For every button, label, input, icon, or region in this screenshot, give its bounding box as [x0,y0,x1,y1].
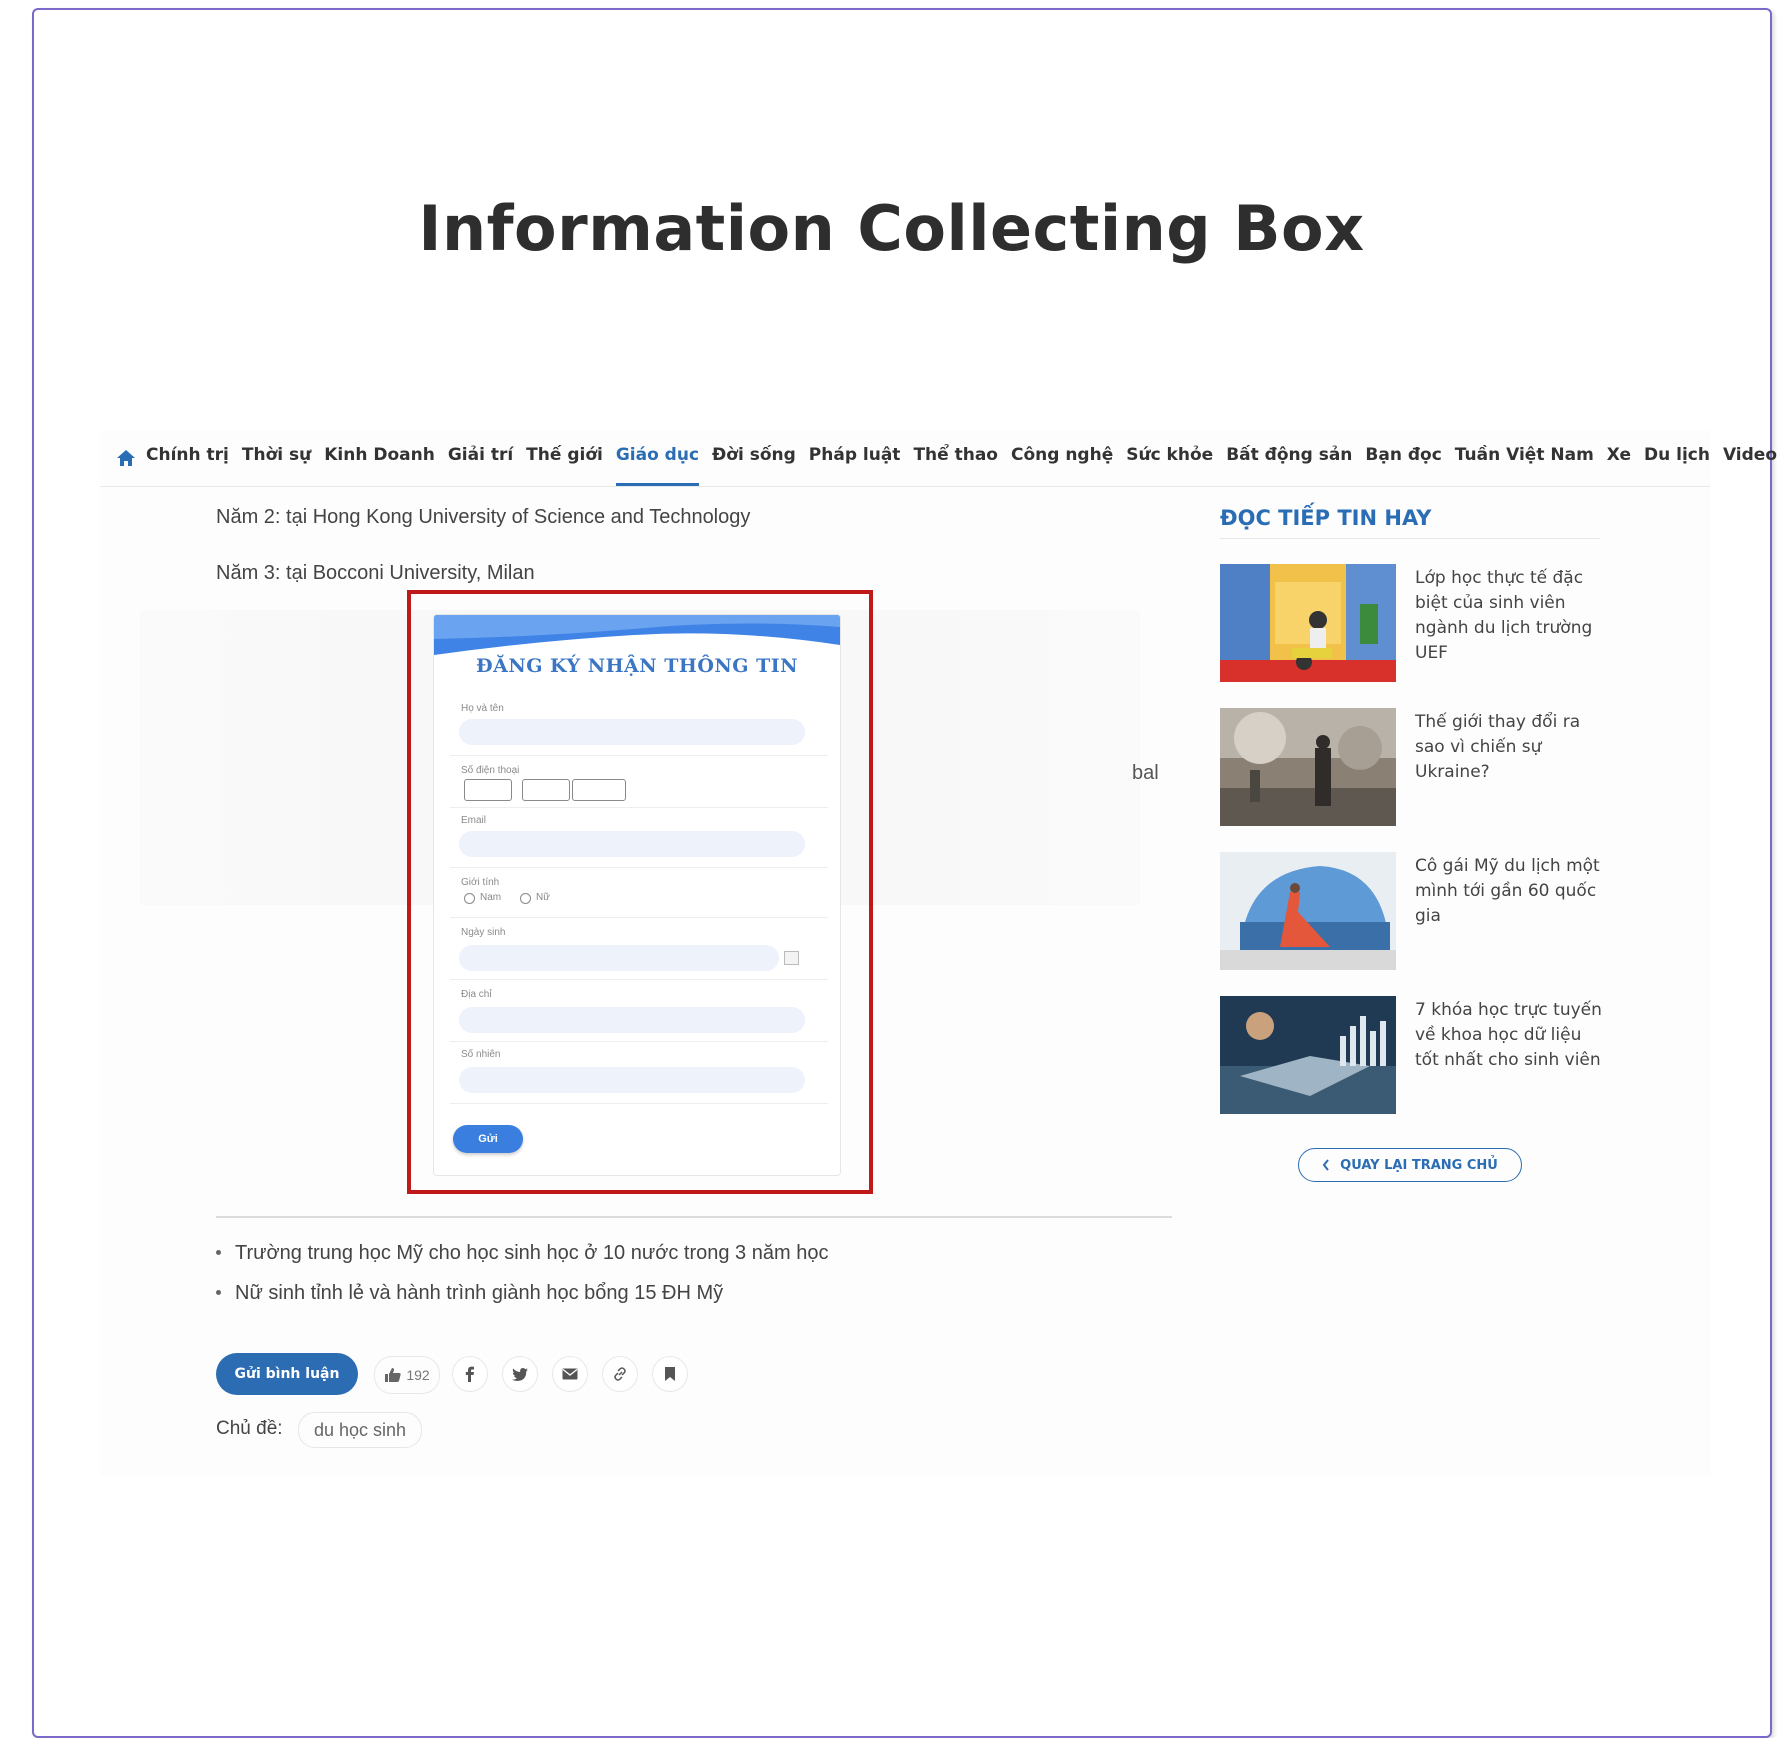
article-thumbnail[interactable] [1220,852,1396,970]
nav-item[interactable]: Du lịch [1644,430,1710,486]
related-link-text[interactable]: Trường trung học Mỹ cho học sinh học ở 1… [235,1242,828,1264]
chevron-left-icon [1322,1159,1329,1171]
divider [450,917,828,918]
phone-label: Số điện thoại [461,765,520,776]
twitter-share-button[interactable] [502,1356,538,1392]
article-thumbnail[interactable] [1220,996,1396,1114]
nav-items: Chính trị Thời sự Kinh Doanh Giải trí Th… [146,430,1783,486]
nav-item[interactable]: Chính trị [146,430,229,486]
article-line: Năm 2: tại Hong Kong University of Scien… [216,506,751,528]
related-link[interactable]: Trường trung học Mỹ cho học sinh học ở 1… [216,1238,828,1278]
sidebar-article[interactable]: Cô gái Mỹ du lịch một mình tới gần 60 qu… [1220,852,1610,972]
nav-item[interactable]: Thể thao [913,430,998,486]
nav-item[interactable]: Kinh Doanh [324,430,435,486]
gender-label: Giới tính [461,877,500,888]
divider [450,807,828,808]
content-divider [216,1216,1172,1218]
form-title: ĐĂNG KÝ NHẬN THÔNG TIN [475,655,799,677]
topic-label: Chủ đề: [216,1418,283,1439]
gender-option-label: Nam [480,892,502,903]
related-links: Trường trung học Mỹ cho học sinh học ở 1… [216,1238,828,1318]
like-button[interactable]: 192 [374,1356,440,1394]
nav-item[interactable]: Sức khỏe [1126,430,1213,486]
email-label: Email [461,815,487,826]
school-label: Số nhiên [461,1049,501,1060]
nav-item[interactable]: Bạn đọc [1365,430,1441,486]
back-to-home-label: QUAY LẠI TRANG CHỦ [1340,1157,1498,1173]
bookmark-icon [665,1367,675,1381]
related-link[interactable]: Nữ sinh tỉnh lẻ và hành trình giành học … [216,1278,828,1318]
related-link-text[interactable]: Nữ sinh tỉnh lẻ và hành trình giành học … [235,1282,723,1304]
sidebar-divider [1220,538,1600,539]
sidebar-article[interactable]: 7 khóa học trực tuyến về khoa học dữ liệ… [1220,996,1610,1116]
sidebar-article-title[interactable]: Thế giới thay đổi ra sao vì chiến sự Ukr… [1415,710,1605,785]
email-input[interactable] [459,831,805,857]
form-header-wave [434,615,840,655]
nav-item[interactable]: Tuần Việt Nam [1455,430,1594,486]
send-comment-button[interactable]: Gửi bình luận [216,1353,358,1395]
nav-item[interactable]: Thời sự [242,430,311,486]
name-input[interactable] [459,719,805,745]
email-share-button[interactable] [552,1356,588,1392]
form-submit-button[interactable]: Gửi [453,1125,523,1153]
address-label: Địa chỉ [461,989,492,1000]
sidebar-article-title[interactable]: 7 khóa học trực tuyến về khoa học dữ liệ… [1415,998,1605,1073]
gender-radio-female[interactable] [520,893,531,904]
phone-input-part1[interactable] [464,779,512,801]
twitter-icon [512,1367,528,1381]
thumbs-up-icon [385,1368,401,1382]
nav-item-active[interactable]: Giáo dục [615,430,700,486]
divider [450,979,828,980]
link-icon [614,1367,626,1381]
nav-item[interactable]: Giải trí [448,430,513,486]
nav-item[interactable]: Video [1723,430,1777,486]
category-nav: Chính trị Thời sự Kinh Doanh Giải trí Th… [100,430,1777,487]
article-line: Năm 3: tại Bocconi University, Milan [216,562,535,584]
nav-item[interactable]: Công nghệ [1011,430,1113,486]
address-input[interactable] [459,1007,805,1033]
article-thumbnail[interactable] [1220,708,1396,826]
sidebar-article-title[interactable]: Cô gái Mỹ du lịch một mình tới gần 60 qu… [1415,854,1605,929]
nav-item[interactable]: Xe [1607,430,1631,486]
bullet-dot [216,1249,221,1255]
facebook-icon [465,1366,474,1382]
registration-form: ĐĂNG KÝ NHẬN THÔNG TIN Họ và tên Số điện… [433,614,841,1176]
sidebar-heading: ĐỌC TIẾP TIN HAY [1220,506,1432,530]
home-icon[interactable] [116,447,136,469]
divider [450,867,828,868]
sidebar-article-title[interactable]: Lớp học thực tế đặc biệt của sinh viên n… [1415,566,1605,666]
back-to-home-button[interactable]: QUAY LẠI TRANG CHỦ [1298,1148,1522,1182]
nav-item[interactable]: Bất động sản [1226,430,1352,486]
nav-item[interactable]: Thế giới [526,430,603,486]
sidebar-article[interactable]: Thế giới thay đổi ra sao vì chiến sự Ukr… [1220,708,1610,828]
nav-item[interactable]: Đời sống [712,430,796,486]
bullet-dot [216,1289,221,1295]
phone-input-part3[interactable] [572,779,626,801]
divider [450,1041,828,1042]
divider [450,755,828,756]
dob-input[interactable] [459,945,779,971]
copy-link-button[interactable] [602,1356,638,1392]
bookmark-button[interactable] [652,1356,688,1392]
cut-off-text: bal [1132,762,1159,784]
calendar-icon[interactable] [784,951,799,965]
like-count: 192 [406,1367,430,1383]
email-icon [562,1368,578,1380]
slide-title: Information Collecting Box [418,192,1365,265]
topic-tag[interactable]: du học sinh [298,1412,422,1448]
dob-label: Ngày sinh [461,927,506,938]
gender-radio-male[interactable] [464,893,475,904]
name-label: Họ và tên [461,703,504,714]
nav-item[interactable]: Pháp luật [809,430,901,486]
divider [450,1103,828,1104]
facebook-share-button[interactable] [452,1356,488,1392]
gender-option-label: Nữ [536,892,550,903]
phone-input-part2[interactable] [522,779,570,801]
article-thumbnail[interactable] [1220,564,1396,682]
sidebar-article[interactable]: Lớp học thực tế đặc biệt của sinh viên n… [1220,564,1610,684]
school-input[interactable] [459,1067,805,1093]
